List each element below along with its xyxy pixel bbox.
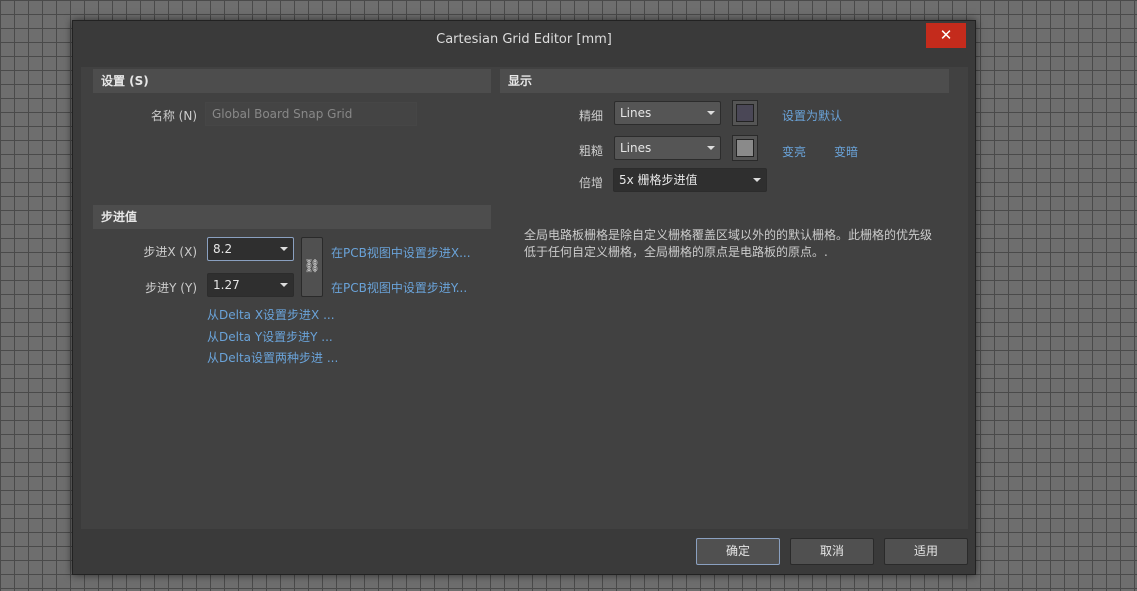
step-section-header: 步进值 xyxy=(93,205,491,229)
fine-label: 精细 xyxy=(578,109,603,123)
coarse-style-value[interactable]: Lines xyxy=(620,141,651,155)
step-y-combo[interactable]: 1.27 xyxy=(207,273,294,297)
chevron-down-icon[interactable] xyxy=(753,178,761,182)
step-y-value[interactable]: 1.27 xyxy=(213,278,240,292)
chevron-down-icon[interactable] xyxy=(707,146,715,150)
multiplier-value[interactable]: 5x 栅格步进值 xyxy=(619,173,698,187)
dialog-title: Cartesian Grid Editor [mm] xyxy=(436,32,612,47)
step-x-value[interactable]: 8.2 xyxy=(213,242,232,256)
description-text: 全局电路板栅格是除自定义栅格覆盖区域以外的的默认栅格。此栅格的优先级低于任何自定… xyxy=(524,228,933,259)
cartesian-grid-editor-dialog: Cartesian Grid Editor [mm] ✕ 设置 (S) 名称 (… xyxy=(72,20,976,575)
step-y-label: 步进Y (Y) xyxy=(145,281,197,295)
settings-section-header: 设置 (S) xyxy=(93,69,491,93)
fine-style-value[interactable]: Lines xyxy=(620,106,651,120)
coarse-color-swatch xyxy=(736,139,754,157)
step-x-combo[interactable]: 8.2 xyxy=(207,237,294,261)
coarse-color-button[interactable] xyxy=(732,135,758,161)
lighter-link[interactable]: 变亮 xyxy=(782,143,806,160)
link-xy-toggle[interactable]: ⛓ xyxy=(301,237,323,297)
coarse-label: 粗糙 xyxy=(578,144,603,158)
content-panel: 设置 (S) 名称 (N) 步进值 步进X (X) 8.2 步进Y (Y) 1.… xyxy=(81,67,968,529)
delta-both-link[interactable]: 从Delta设置两种步进 ... xyxy=(207,349,338,366)
cancel-button[interactable]: 取消 xyxy=(790,538,874,565)
coarse-style-combo[interactable]: Lines xyxy=(614,136,721,160)
ok-button[interactable]: 确定 xyxy=(696,538,780,565)
multiplier-combo[interactable]: 5x 栅格步进值 xyxy=(613,168,767,192)
delta-y-link[interactable]: 从Delta Y设置步进Y ... xyxy=(207,328,333,345)
fine-style-combo[interactable]: Lines xyxy=(614,101,721,125)
delta-x-link[interactable]: 从Delta X设置步进X ... xyxy=(207,306,335,323)
close-button[interactable]: ✕ xyxy=(926,23,966,48)
name-label: 名称 (N) xyxy=(150,109,197,123)
display-section-header: 显示 xyxy=(500,69,949,93)
fine-color-swatch xyxy=(736,104,754,122)
set-default-link[interactable]: 设置为默认 xyxy=(782,107,842,124)
chevron-down-icon[interactable] xyxy=(707,111,715,115)
set-step-x-pcb-link[interactable]: 在PCB视图中设置步进X... xyxy=(331,244,471,261)
fine-color-button[interactable] xyxy=(732,100,758,126)
step-x-label: 步进X (X) xyxy=(143,245,197,259)
chevron-down-icon[interactable] xyxy=(280,247,288,251)
set-step-y-pcb-link[interactable]: 在PCB视图中设置步进Y... xyxy=(331,279,467,296)
name-input[interactable] xyxy=(205,102,417,126)
link-icon: ⛓ xyxy=(303,259,321,274)
multiplier-label: 倍增 xyxy=(578,176,603,190)
apply-button[interactable]: 适用 xyxy=(884,538,968,565)
darker-link[interactable]: 变暗 xyxy=(834,143,858,160)
chevron-down-icon[interactable] xyxy=(280,283,288,287)
